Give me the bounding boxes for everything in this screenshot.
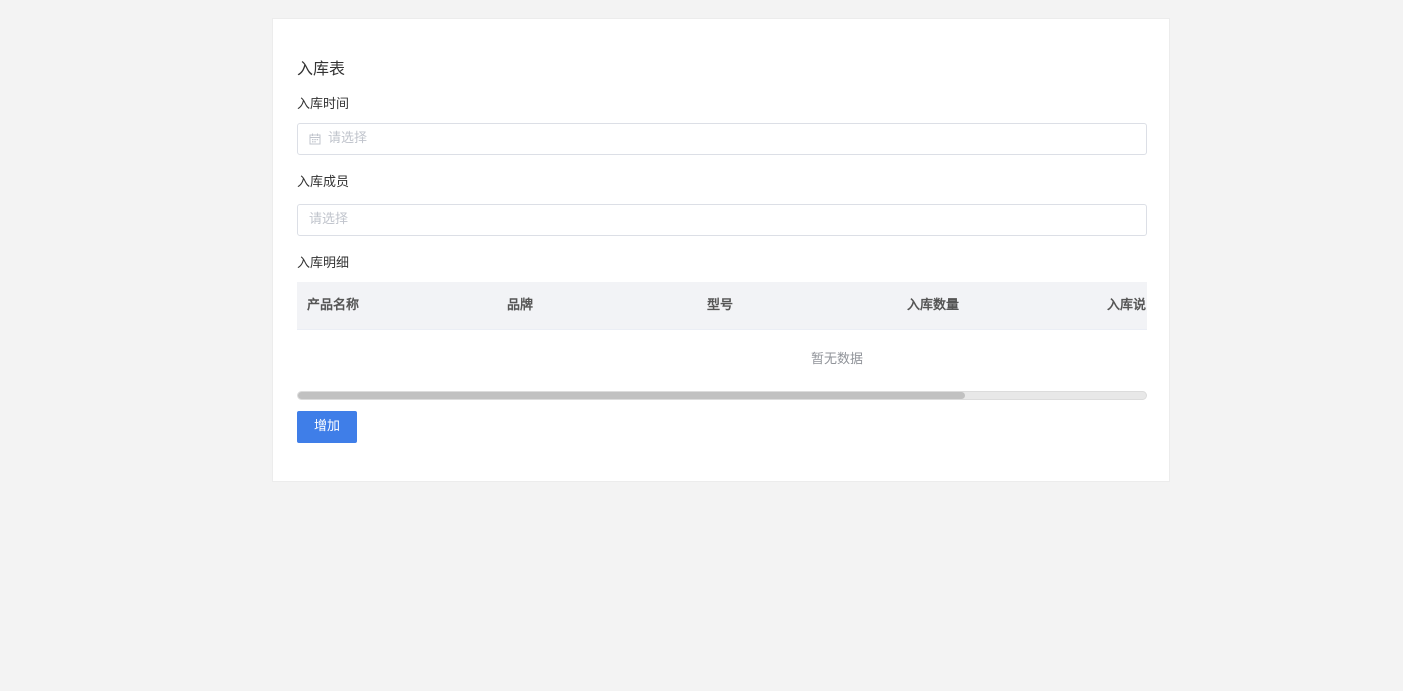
table-header: 产品名称 品牌 型号 入库数量 入库说 [297, 282, 1147, 330]
horizontal-scrollbar[interactable] [297, 391, 1147, 400]
detail-table: 产品名称 品牌 型号 入库数量 入库说 暂无数据 [297, 282, 1147, 401]
add-button[interactable]: 增加 [297, 411, 357, 443]
column-header-brand: 品牌 [507, 298, 534, 313]
member-select-input[interactable]: 请选择 [297, 204, 1147, 236]
scrollbar-thumb[interactable] [298, 392, 966, 399]
empty-state-text: 暂无数据 [810, 352, 863, 367]
form-title: 入库表 [297, 59, 346, 78]
member-placeholder: 请选择 [309, 212, 349, 227]
column-header-quantity: 入库数量 [907, 298, 960, 313]
detail-label: 入库明细 [297, 256, 350, 271]
time-picker-input[interactable]: 请选择 [297, 123, 1147, 155]
time-placeholder: 请选择 [328, 131, 368, 146]
member-label: 入库成员 [297, 175, 350, 190]
calendar-icon [309, 133, 321, 145]
column-header-model: 型号 [707, 298, 734, 313]
stock-in-form-card: 入库表 入库时间 请选择 入库成员 请选择 入库明细 产品名称 品牌 型号 入库… [272, 18, 1170, 482]
column-header-product-name: 产品名称 [307, 298, 360, 313]
column-header-remark: 入库说 [1107, 298, 1147, 313]
time-label: 入库时间 [297, 97, 350, 112]
